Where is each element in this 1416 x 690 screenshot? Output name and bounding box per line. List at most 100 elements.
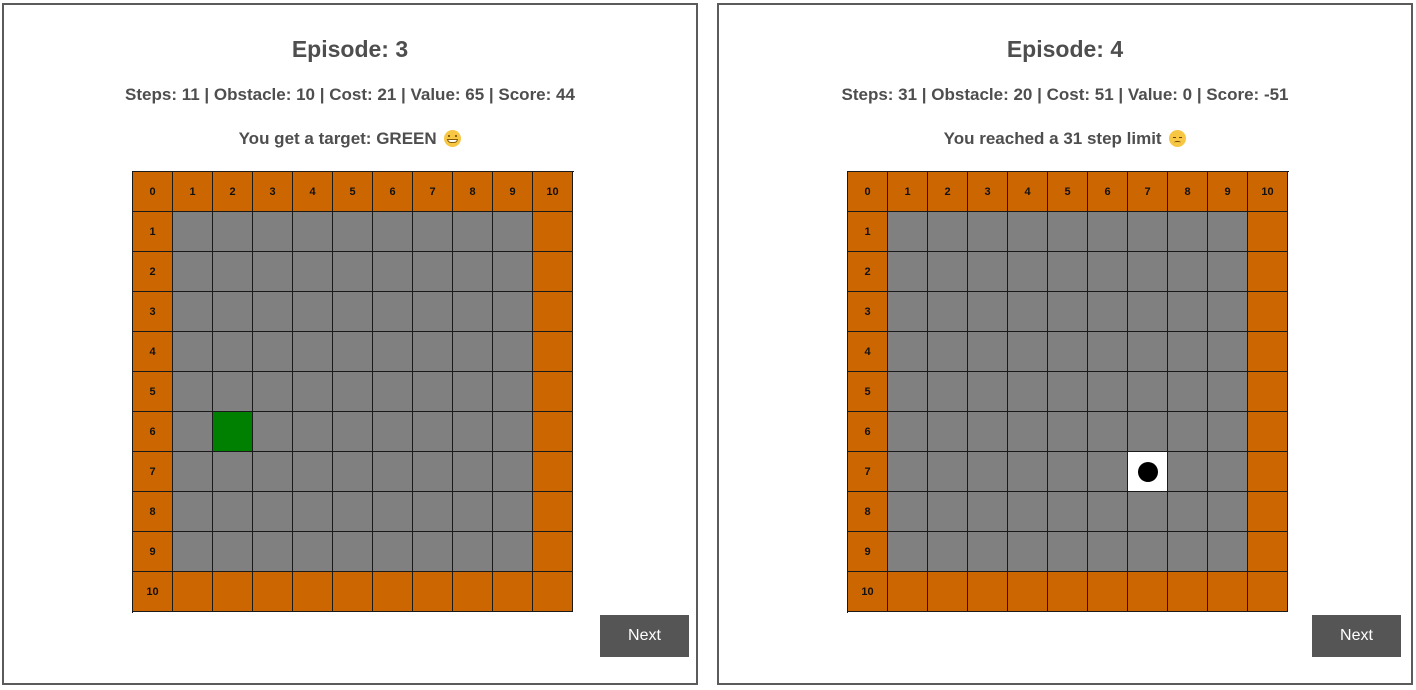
episode-title: Episode: 4	[1006, 36, 1124, 62]
floor-cell	[333, 212, 373, 252]
floor-cell	[1048, 372, 1088, 412]
floor-cell	[1008, 492, 1048, 532]
episode-message: You reached a 31 step limit	[719, 129, 1411, 149]
floor-cell	[928, 212, 968, 252]
floor-cell	[293, 252, 333, 292]
row-label: 7	[133, 452, 173, 492]
column-label: 2	[213, 172, 253, 212]
column-label: 1	[888, 172, 928, 212]
floor-cell	[213, 212, 253, 252]
wall-cell	[1248, 212, 1288, 252]
floor-cell	[213, 332, 253, 372]
wall-cell	[173, 572, 213, 612]
floor-cell	[1208, 492, 1248, 532]
floor-cell	[1128, 252, 1168, 292]
floor-cell	[453, 292, 493, 332]
floor-cell	[1208, 252, 1248, 292]
wall-cell	[533, 252, 573, 292]
wall-cell	[533, 492, 573, 532]
floor-cell	[1048, 212, 1088, 252]
floor-cell	[928, 452, 968, 492]
floor-cell	[413, 372, 453, 412]
floor-cell	[413, 532, 453, 572]
row-label: 2	[848, 252, 888, 292]
floor-cell	[213, 372, 253, 412]
floor-cell	[373, 492, 413, 532]
floor-cell	[888, 292, 928, 332]
floor-cell	[1208, 212, 1248, 252]
floor-cell	[293, 332, 333, 372]
floor-cell	[253, 332, 293, 372]
floor-cell	[493, 452, 533, 492]
floor-cell	[968, 332, 1008, 372]
row-label: 1	[848, 212, 888, 252]
floor-cell	[213, 252, 253, 292]
floor-cell	[968, 492, 1008, 532]
row-label: 3	[133, 292, 173, 332]
floor-cell	[1008, 332, 1048, 372]
floor-cell	[173, 252, 213, 292]
floor-cell	[333, 292, 373, 332]
floor-cell	[888, 212, 928, 252]
floor-cell	[333, 332, 373, 372]
wall-cell	[1248, 412, 1288, 452]
floor-cell	[173, 372, 213, 412]
column-label: 10	[1248, 172, 1288, 212]
wall-cell	[533, 372, 573, 412]
row-label: 3	[848, 292, 888, 332]
column-label: 8	[1168, 172, 1208, 212]
next-button[interactable]: Next	[600, 615, 689, 657]
floor-cell	[253, 492, 293, 532]
floor-cell	[1088, 532, 1128, 572]
floor-cell	[213, 532, 253, 572]
floor-cell	[253, 452, 293, 492]
wall-cell	[1248, 492, 1288, 532]
floor-cell	[888, 452, 928, 492]
wall-cell	[1248, 452, 1288, 492]
game-grid: 0 1 2 3 4 5 6 7 8 9 10 1 2 3 4 5 6 7 8 9 10	[132, 171, 574, 613]
episode-message-text: You reached a 31 step limit	[943, 129, 1162, 148]
floor-cell	[1008, 372, 1048, 412]
wall-cell	[1248, 332, 1288, 372]
wall-cell	[293, 572, 333, 612]
row-label: 9	[848, 532, 888, 572]
column-label: 9	[493, 172, 533, 212]
floor-cell	[173, 532, 213, 572]
floor-cell	[293, 532, 333, 572]
floor-cell	[213, 452, 253, 492]
wall-cell	[1208, 572, 1248, 612]
floor-cell	[1168, 212, 1208, 252]
floor-cell	[333, 412, 373, 452]
row-label: 7	[848, 452, 888, 492]
floor-cell	[968, 292, 1008, 332]
floor-cell	[888, 252, 928, 292]
floor-cell	[253, 212, 293, 252]
floor-cell	[1008, 412, 1048, 452]
floor-cell	[1088, 332, 1128, 372]
wall-cell	[1248, 292, 1288, 332]
wall-cell	[968, 572, 1008, 612]
floor-cell	[453, 212, 493, 252]
floor-cell	[1048, 292, 1088, 332]
column-label: 2	[928, 172, 968, 212]
floor-cell	[1008, 252, 1048, 292]
floor-cell	[373, 252, 413, 292]
floor-cell	[1168, 292, 1208, 332]
floor-cell	[413, 452, 453, 492]
floor-cell	[928, 532, 968, 572]
floor-cell	[888, 332, 928, 372]
floor-cell	[1208, 412, 1248, 452]
floor-cell	[173, 292, 213, 332]
column-label: 6	[373, 172, 413, 212]
episode-stats: Steps: 31 | Obstacle: 20 | Cost: 51 | Va…	[841, 85, 1289, 104]
floor-cell	[1048, 332, 1088, 372]
floor-cell	[253, 412, 293, 452]
next-button[interactable]: Next	[1312, 615, 1401, 657]
floor-cell	[968, 532, 1008, 572]
floor-cell	[493, 212, 533, 252]
column-label: 5	[333, 172, 373, 212]
column-label: 5	[1048, 172, 1088, 212]
row-label: 5	[848, 372, 888, 412]
column-label: 9	[1208, 172, 1248, 212]
episode-stats: Steps: 11 | Obstacle: 10 | Cost: 21 | Va…	[125, 85, 575, 104]
